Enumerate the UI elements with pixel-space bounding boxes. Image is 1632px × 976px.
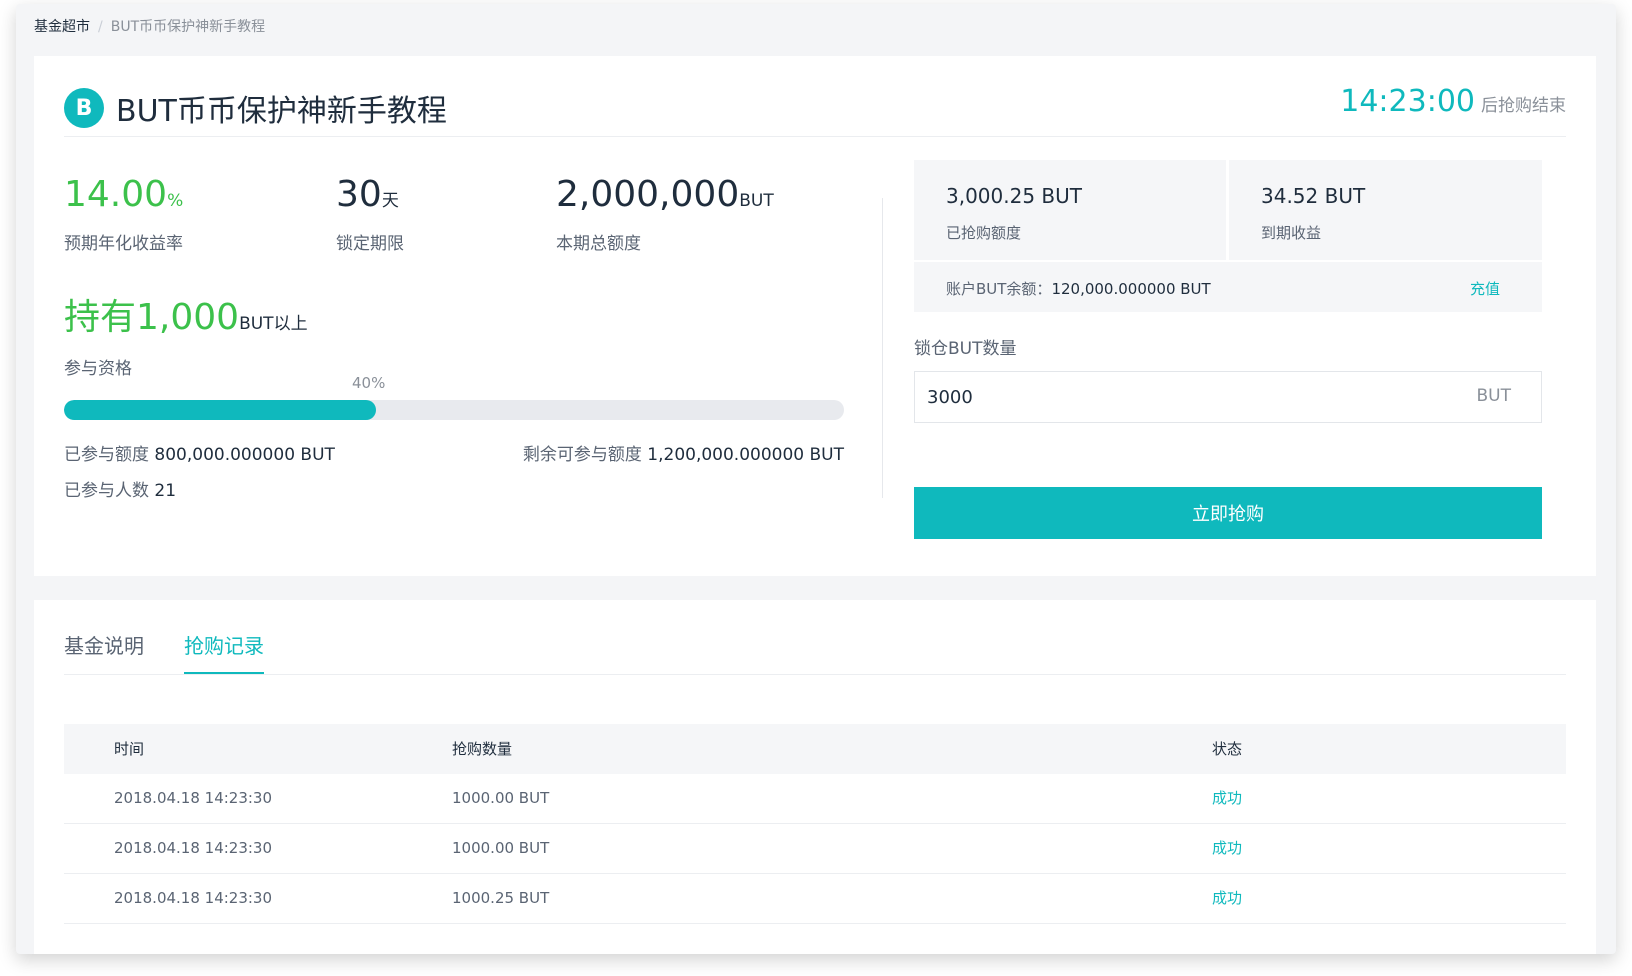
countdown-suffix: 后抢购结束 — [1481, 96, 1566, 116]
row-status: 成功 — [1212, 839, 1243, 857]
lock-amount-unit: BUT — [1476, 386, 1512, 406]
balance-value: 120,000.000000 BUT — [1051, 280, 1211, 298]
breadcrumb: 基金超市 / BUT币币保护神新手教程 — [34, 16, 265, 36]
remaining-value: 1,200,000.000000 BUT — [647, 445, 844, 465]
countdown-time: 14:23:00 — [1340, 84, 1475, 119]
purchase-panel: 3,000.25 BUT 已抢购额度 34.52 BUT 到期收益 账户BUT余… — [914, 160, 1542, 539]
period-unit: 天 — [381, 191, 399, 211]
tab-fund-description[interactable]: 基金说明 — [64, 630, 144, 672]
lock-amount-input[interactable] — [925, 372, 1409, 422]
stat-total: 2,000,000BUT 本期总额度 — [556, 174, 774, 254]
details-card: 基金说明 抢购记录 时间 抢购数量 状态 2018.04.18 14:23:30… — [34, 600, 1596, 954]
summary-box: 3,000.25 BUT 已抢购额度 34.52 BUT 到期收益 账户BUT余… — [914, 160, 1542, 312]
stat-period: 30天 锁定期限 — [336, 174, 404, 254]
joined-label: 已参与额度 — [64, 445, 149, 465]
buy-now-button[interactable]: 立即抢购 — [914, 487, 1542, 539]
header-status: 状态 — [1212, 740, 1243, 758]
period-label: 锁定期限 — [336, 234, 404, 254]
remaining-amount: 剩余可参与额度 1,200,000.000000 BUT — [523, 440, 844, 465]
breadcrumb-root-link[interactable]: 基金超市 — [34, 19, 90, 35]
purchased-label: 已抢购额度 — [946, 224, 1022, 242]
row-amount: 1000.25 BUT — [452, 889, 550, 907]
row-status: 成功 — [1212, 889, 1243, 907]
table-row: 2018.04.18 14:23:30 1000.00 BUT 成功 — [64, 774, 1566, 824]
joined-value: 800,000.000000 BUT — [154, 445, 335, 465]
earnings-amount: 34.52 BUT — [1261, 184, 1366, 208]
lock-amount-field[interactable]: BUT — [914, 371, 1542, 423]
fund-overview-card: B BUT币币保护神新手教程 14:23:00 后抢购结束 14.00% 预期年化… — [34, 56, 1596, 576]
header-amount: 抢购数量 — [452, 740, 513, 758]
recharge-link[interactable]: 充值 — [1470, 278, 1500, 299]
purchased-cell: 3,000.25 BUT 已抢购额度 — [914, 160, 1226, 260]
countdown: 14:23:00 后抢购结束 — [1340, 84, 1566, 119]
participant-count: 已参与人数 21 — [64, 476, 176, 501]
lock-amount-label: 锁仓BUT数量 — [914, 339, 1017, 359]
row-status: 成功 — [1212, 789, 1243, 807]
total-label: 本期总额度 — [556, 234, 641, 254]
stat-eligibility: 持有1,000BUT以上 参与资格 — [64, 288, 308, 379]
vertical-divider — [882, 198, 883, 498]
summary-hline — [914, 260, 1542, 262]
row-amount: 1000.00 BUT — [452, 839, 550, 857]
row-time: 2018.04.18 14:23:30 — [114, 839, 273, 857]
remaining-label: 剩余可参与额度 — [522, 445, 642, 465]
app-window: 基金超市 / BUT币币保护神新手教程 B BUT币币保护神新手教程 14:23:0… — [16, 4, 1616, 954]
count-label: 已参与人数 — [64, 481, 149, 501]
total-value: 2,000,000 — [556, 174, 740, 215]
table-header: 时间 抢购数量 状态 — [64, 724, 1566, 774]
earnings-label: 到期收益 — [1261, 224, 1322, 242]
progress-fill — [64, 400, 376, 420]
balance-label: 账户BUT余额： — [946, 280, 1052, 298]
period-value: 30 — [336, 174, 382, 215]
tab-bar: 基金说明 抢购记录 — [64, 630, 1566, 675]
row-amount: 1000.00 BUT — [452, 789, 550, 807]
progress-percent: 40% — [352, 374, 386, 392]
but-coin-logo-icon: B — [64, 88, 104, 128]
title-row: B BUT币币保护神新手教程 14:23:00 后抢购结束 — [64, 84, 1566, 137]
account-balance: 账户BUT余额：120,000.000000 BUT — [946, 278, 1211, 299]
tab-purchase-records[interactable]: 抢购记录 — [184, 630, 264, 674]
page-title: BUT币币保护神新手教程 — [116, 94, 447, 129]
row-time: 2018.04.18 14:23:30 — [114, 789, 273, 807]
breadcrumb-separator: / — [98, 19, 103, 35]
stat-rate: 14.00% 预期年化收益率 — [64, 174, 183, 254]
eligibility-unit: BUT以上 — [239, 314, 308, 334]
records-table: 时间 抢购数量 状态 2018.04.18 14:23:30 1000.00 B… — [64, 724, 1566, 924]
eligibility-prefix: 持有 — [64, 297, 137, 338]
count-value: 21 — [154, 481, 177, 501]
eligibility-label: 参与资格 — [64, 359, 132, 379]
purchased-amount: 3,000.25 BUT — [946, 184, 1082, 208]
rate-label: 预期年化收益率 — [64, 234, 183, 254]
table-row: 2018.04.18 14:23:30 1000.00 BUT 成功 — [64, 824, 1566, 874]
eligibility-value: 1,000 — [136, 297, 240, 338]
header-time: 时间 — [114, 740, 145, 758]
rate-unit: % — [167, 191, 184, 211]
total-unit: BUT — [739, 191, 774, 211]
rate-value: 14.00 — [64, 174, 168, 215]
breadcrumb-current: BUT币币保护神新手教程 — [110, 19, 266, 35]
progress-bar — [64, 400, 844, 420]
joined-amount: 已参与额度 800,000.000000 BUT — [64, 440, 335, 465]
row-time: 2018.04.18 14:23:30 — [114, 889, 273, 907]
table-row: 2018.04.18 14:23:30 1000.25 BUT 成功 — [64, 874, 1566, 924]
earnings-cell: 34.52 BUT 到期收益 — [1229, 160, 1541, 260]
